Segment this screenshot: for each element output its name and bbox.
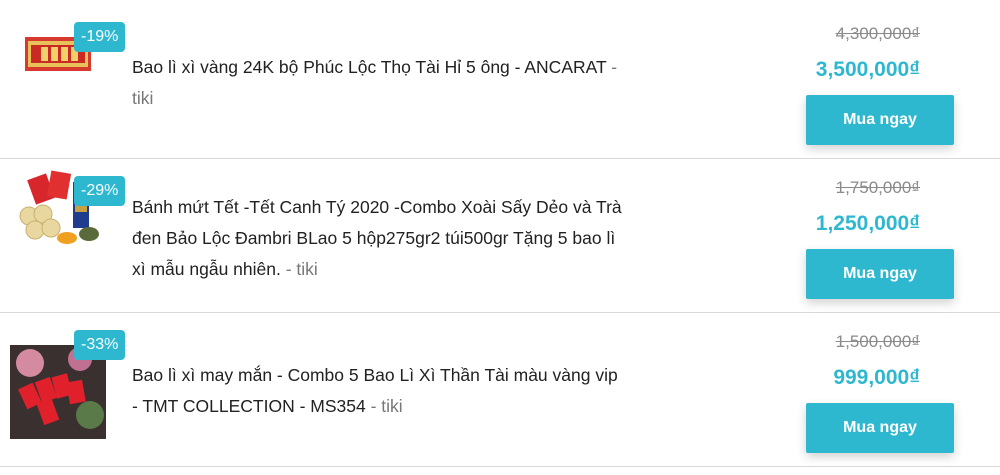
old-price: 4,300,000₫ [835,24,920,43]
new-price: 999,000₫ [833,366,920,389]
discount-badge: -33% [74,330,126,360]
product-title[interactable]: Bao lì xì vàng 24K bộ Phúc Lộc Thọ Tài H… [132,52,622,114]
buy-now-button[interactable]: Mua ngay [806,403,954,453]
product-title-text[interactable]: Bao lì xì vàng 24K bộ Phúc Lộc Thọ Tài H… [132,57,606,77]
new-price: 1,250,000₫ [815,212,920,235]
product-row: -19% Bao lì xì vàng 24K bộ Phúc Lộc Thọ … [0,6,1000,159]
product-source: tiki [132,88,154,108]
product-row: -33% Bao lì xì may mắn - Combo 5 Bao Lì … [0,314,1000,467]
buy-now-button[interactable]: Mua ngay [806,249,954,299]
product-row: -29% Bánh mứt Tết -Tết Canh Tý 2020 -Com… [0,160,1000,313]
discount-badge: -19% [74,22,126,52]
product-image[interactable] [10,160,106,256]
product-title[interactable]: Bao lì xì may mắn - Combo 5 Bao Lì Xì Th… [132,360,622,422]
product-source: tiki [381,396,403,416]
buy-now-button[interactable]: Mua ngay [806,95,954,145]
new-price: 3,500,000₫ [815,58,920,81]
product-title-text[interactable]: Bánh mứt Tết -Tết Canh Tý 2020 -Combo Xo… [132,197,622,279]
old-price: 1,750,000₫ [835,178,920,197]
discount-badge: -29% [74,176,126,206]
product-image[interactable] [10,6,106,102]
product-source: tiki [296,259,318,279]
product-title[interactable]: Bánh mứt Tết -Tết Canh Tý 2020 -Combo Xo… [132,192,622,285]
old-price: 1,500,000₫ [835,332,920,351]
